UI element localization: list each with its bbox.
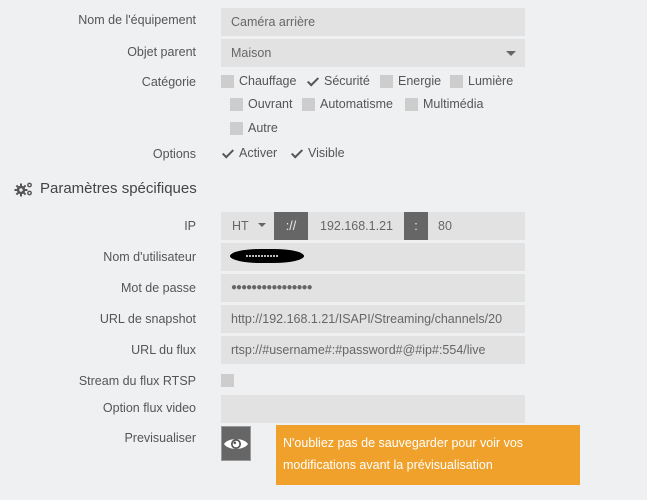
checkbox-label: Visible [308, 146, 345, 160]
equipment-name-input[interactable]: Caméra arrière [221, 8, 525, 36]
parent-object-select[interactable]: Maison [221, 39, 525, 67]
protocol-value: HT [232, 219, 249, 233]
section-title: Paramètres spécifiques [14, 180, 197, 197]
parent-object-value: Maison [231, 46, 272, 60]
eye-icon [224, 438, 248, 449]
chevron-down-icon [506, 51, 516, 56]
video-option-input[interactable] [221, 395, 525, 423]
checkbox-checked[interactable] [221, 147, 234, 160]
options-label: Options [152, 147, 196, 161]
checkbox[interactable] [230, 97, 243, 111]
checkbox[interactable] [302, 97, 315, 111]
checkbox[interactable] [230, 121, 243, 135]
category-chauffage[interactable]: Chauffage [221, 74, 296, 88]
snapshot-url-label: URL de snapshot [99, 312, 196, 326]
username-input[interactable] [221, 243, 525, 271]
gears-icon [14, 182, 32, 196]
stream-url-label: URL du flux [131, 343, 196, 357]
section-title-text: Paramètres spécifiques [40, 180, 197, 197]
preview-label: Previsualiser [124, 431, 196, 445]
category-securite[interactable]: Sécurité [306, 74, 370, 88]
category-autre[interactable]: Autre [230, 121, 278, 135]
preview-button[interactable] [221, 426, 251, 461]
category-automatisme[interactable]: Automatisme [302, 97, 393, 111]
checkbox-checked[interactable] [306, 75, 319, 88]
category-ouvrant[interactable]: Ouvrant [230, 97, 292, 111]
option-visible[interactable]: Visible [290, 146, 345, 160]
ip-group: HT :// 192.168.1.21 : 80 [221, 212, 525, 240]
category-label: Catégorie [141, 75, 196, 89]
equipment-name-label: Nom de l'équipement [78, 13, 196, 27]
snapshot-url-input[interactable]: http://192.168.1.21/ISAPI/Streaming/chan… [221, 305, 525, 333]
checkbox-label: Ouvrant [248, 97, 293, 111]
category-energie[interactable]: Energie [380, 74, 441, 88]
preview-warning-alert: N'oubliez pas de sauvegarder pour voir v… [276, 425, 580, 485]
redaction-scribble [230, 249, 304, 263]
scheme-separator: :// [274, 212, 308, 240]
checkbox-label: Chauffage [239, 74, 297, 88]
checkbox-checked[interactable] [290, 147, 303, 160]
category-multimedia[interactable]: Multimédia [405, 97, 483, 111]
checkbox-label: Lumière [468, 74, 514, 88]
checkbox[interactable] [380, 74, 393, 88]
rtsp-stream-label: Stream du flux RTSP [78, 374, 196, 388]
stream-url-input[interactable]: rtsp://#username#:#password#@#ip#:554/li… [221, 336, 525, 364]
username-label: Nom d'utilisateur [103, 250, 196, 264]
parent-object-label: Objet parent [127, 45, 196, 59]
port-input[interactable]: 80 [428, 212, 525, 240]
checkbox-label: Automatisme [320, 97, 393, 111]
password-label: Mot de passe [120, 281, 196, 295]
checkbox[interactable] [405, 97, 418, 111]
checkbox[interactable] [450, 74, 463, 88]
password-input[interactable]: ●●●●●●●●●●●●●●●● [221, 274, 525, 302]
checkbox[interactable] [221, 374, 234, 387]
checkbox-label: Autre [248, 121, 278, 135]
option-activer[interactable]: Activer [221, 146, 277, 160]
checkbox-label: Activer [239, 146, 278, 160]
checkbox-label: Multimédia [423, 97, 484, 111]
checkbox-label: Sécurité [324, 74, 370, 88]
ip-label: IP [184, 219, 196, 233]
ip-address-input[interactable]: 192.168.1.21 [308, 212, 404, 240]
category-lumiere[interactable]: Lumière [450, 74, 513, 88]
chevron-down-icon [258, 223, 266, 227]
video-option-label: Option flux video [102, 401, 196, 415]
protocol-select[interactable]: HT [221, 212, 274, 240]
rtsp-stream-checkbox[interactable] [221, 374, 239, 387]
checkbox-label: Energie [398, 74, 442, 88]
port-separator: : [404, 212, 428, 240]
checkbox[interactable] [221, 74, 234, 88]
